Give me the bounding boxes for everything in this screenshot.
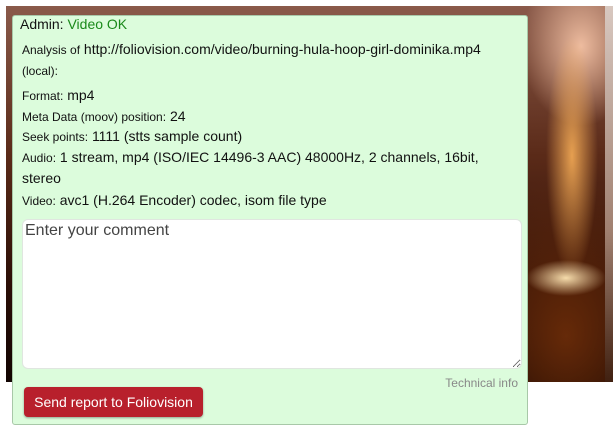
admin-status-line: Admin: Video OK [20, 16, 127, 32]
audio-row: Audio: 1 stream, mp4 (ISO/IEC 14496-3 AA… [22, 147, 479, 169]
analysis-suffix: (local): [22, 64, 59, 78]
seek-points-row: Seek points: 1111 (stts sample count) [22, 126, 242, 148]
send-report-button[interactable]: Send report to Foliovision [24, 387, 203, 417]
admin-video-check-panel: Admin: Video OK Analysis of http://folio… [12, 15, 528, 425]
format-value: mp4 [67, 87, 95, 103]
video-edge [605, 6, 613, 382]
technical-info-link[interactable]: Technical info [445, 376, 518, 390]
analysis-prefix: Analysis of [22, 43, 81, 57]
video-row: Video: avc1 (H.264 Encoder) codec, isom … [22, 190, 327, 212]
format-label: Format: [22, 89, 64, 103]
analysis-url: http://foliovision.com/video/burning-hul… [83, 41, 481, 57]
video-status: Video OK [67, 16, 128, 32]
meta-data-row: Meta Data (moov) position: 24 [22, 106, 186, 128]
comment-textarea[interactable] [22, 219, 522, 369]
seek-points-value: 1111 (stts sample count) [91, 128, 243, 144]
video-value: avc1 (H.264 Encoder) codec, isom file ty… [59, 192, 327, 208]
audio-row-continued: stereo [22, 168, 61, 189]
analysis-heading: Analysis of http://foliovision.com/video… [22, 39, 522, 81]
audio-value: 1 stream, mp4 (ISO/IEC 14496-3 AAC) 4800… [59, 149, 479, 165]
admin-label: Admin: [20, 16, 64, 32]
meta-data-label: Meta Data (moov) position: [22, 110, 167, 124]
video-label: Video: [22, 194, 56, 208]
audio-value-continued: stereo [22, 170, 61, 186]
audio-label: Audio: [22, 151, 57, 165]
meta-data-value: 24 [169, 108, 186, 124]
format-row: Format: mp4 [22, 85, 94, 107]
seek-points-label: Seek points: [22, 130, 89, 144]
